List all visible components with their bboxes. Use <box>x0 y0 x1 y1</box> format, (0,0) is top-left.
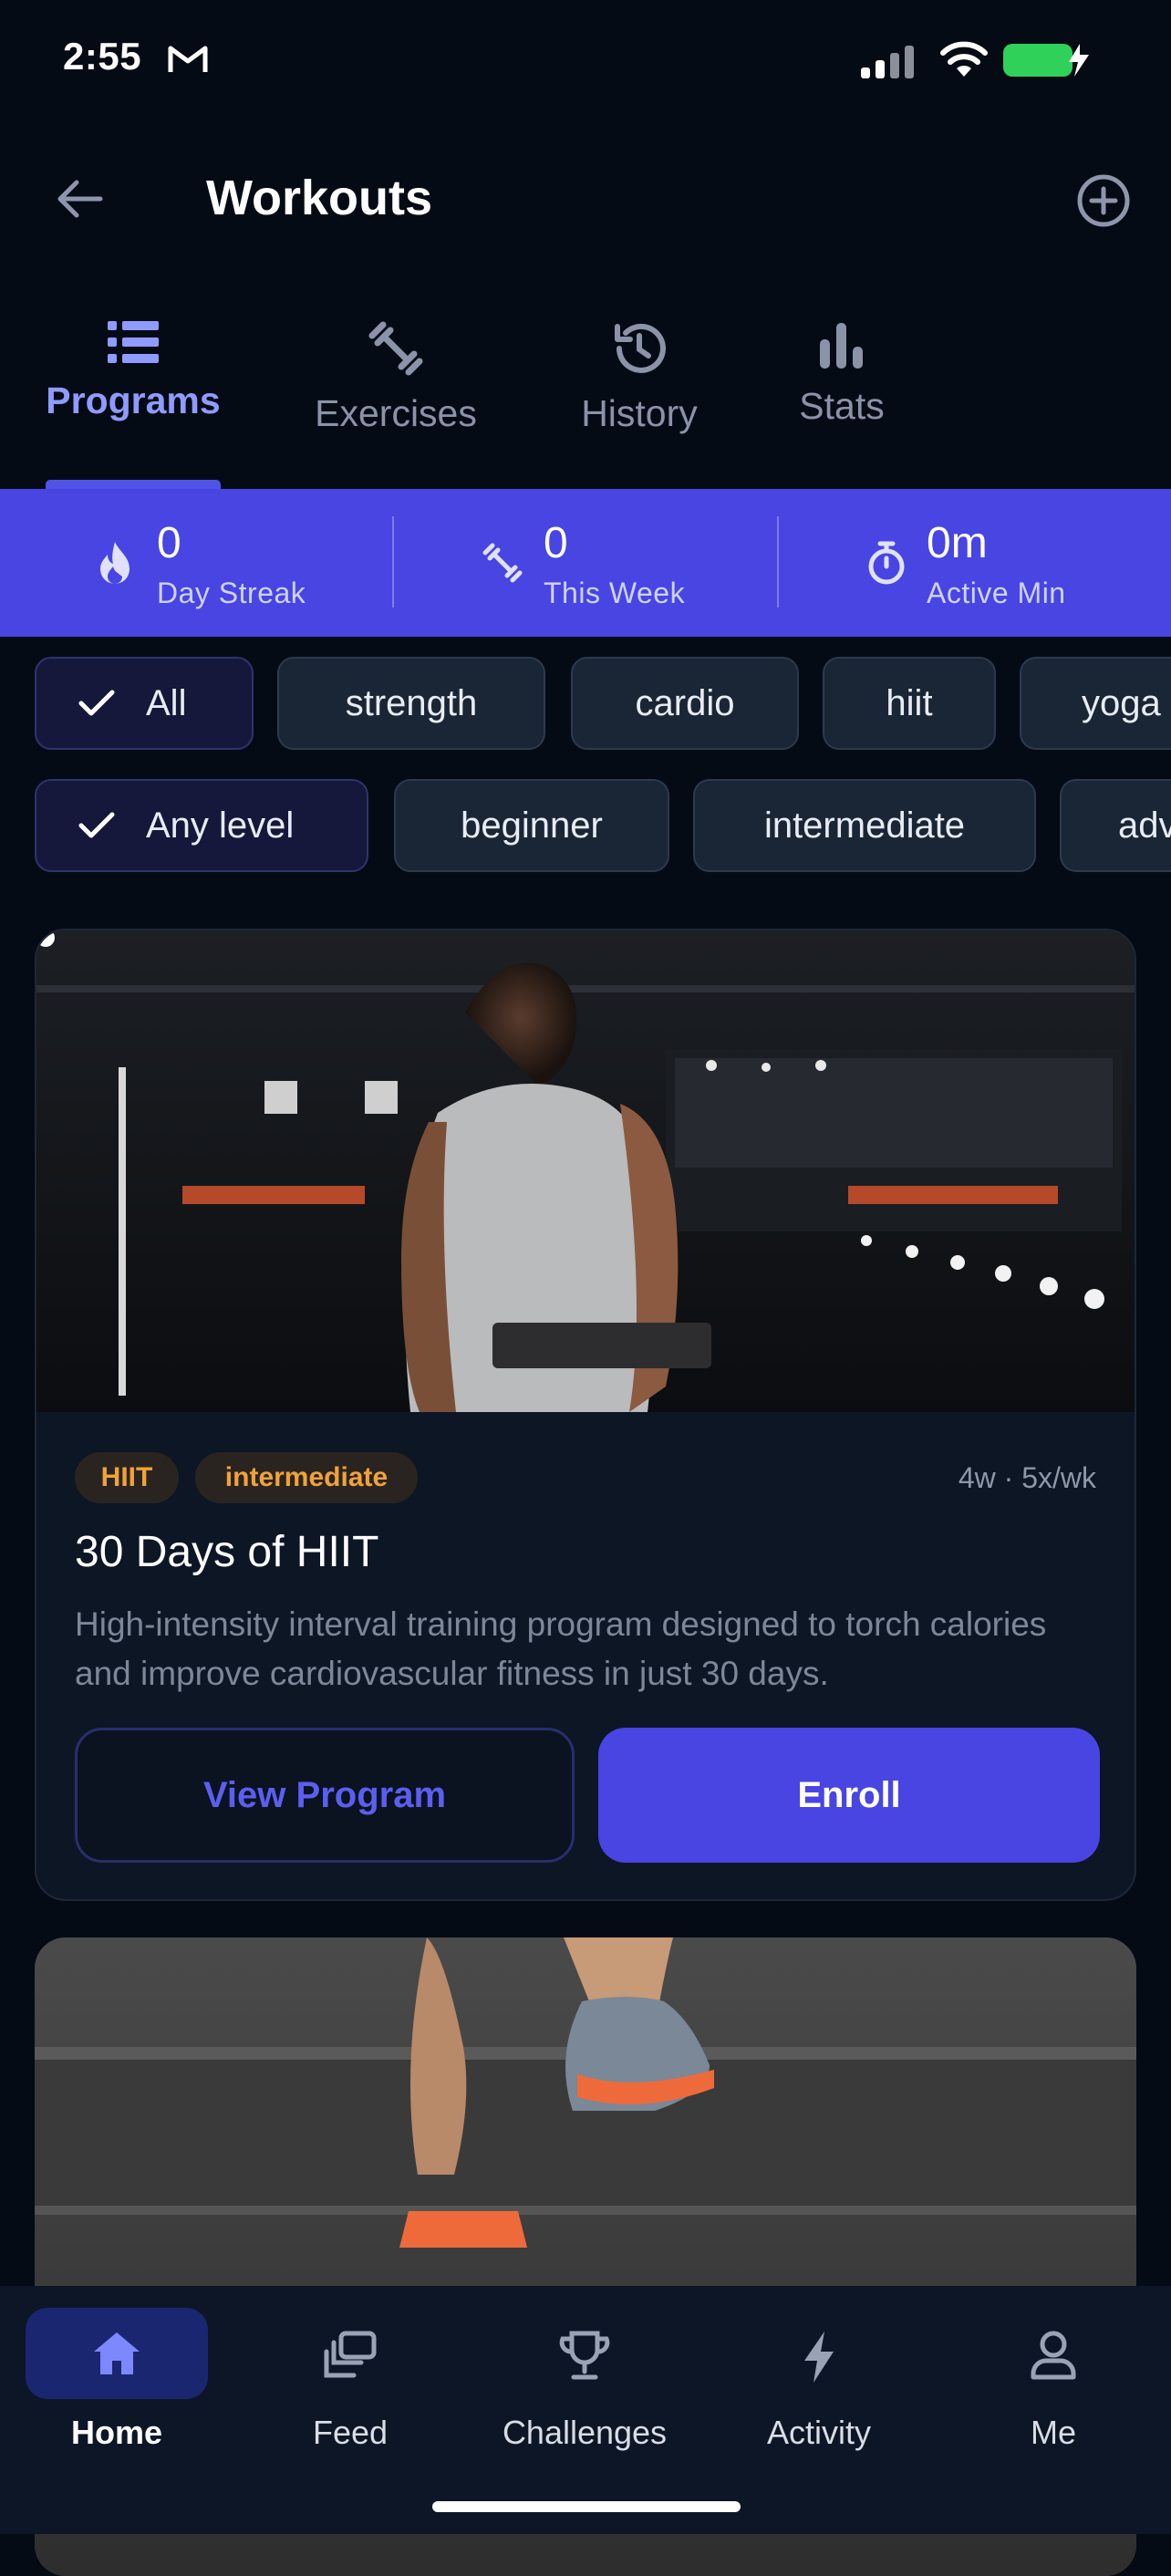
user-icon <box>1031 2331 1076 2380</box>
nav-label: Home <box>70 2414 163 2451</box>
enroll-button[interactable]: Enroll <box>598 1728 1100 1863</box>
filter-chip-cardio[interactable]: cardio <box>571 657 799 750</box>
bottom-navigation: Home Feed Challenges Activity Me <box>0 2286 1171 2534</box>
tab-history[interactable]: History <box>571 319 708 435</box>
category-badge: HIIT <box>75 1452 179 1503</box>
history-icon <box>615 323 666 373</box>
home-indicator <box>432 2501 741 2512</box>
program-title: 30 Days of HIIT <box>75 1528 379 1576</box>
stat-label: This Week <box>544 576 686 609</box>
feed-icon <box>324 2331 377 2378</box>
dumbbell-icon <box>368 321 423 376</box>
program-frequency: 4w · 5x/wk <box>958 1461 1096 1494</box>
filter-chip-strength[interactable]: strength <box>277 657 545 750</box>
lightning-icon <box>804 2332 834 2383</box>
filter-chip-yoga[interactable]: yoga <box>1020 657 1171 750</box>
nav-label: Feed <box>312 2414 389 2451</box>
flame-icon <box>100 542 130 584</box>
check-icon <box>78 812 115 838</box>
stat-value: 0m <box>927 519 988 567</box>
back-arrow-icon[interactable] <box>57 179 104 219</box>
list-icon <box>108 321 159 363</box>
chip-label: adv <box>1118 805 1171 846</box>
home-icon <box>94 2332 140 2374</box>
filter-chip-any-level[interactable]: Any level <box>35 779 368 872</box>
page-title: Workouts <box>206 171 433 225</box>
stat-value: 0 <box>157 519 181 567</box>
filter-chip-intermediate[interactable]: intermediate <box>693 779 1036 872</box>
tab-label: Exercises <box>315 392 477 434</box>
filter-chip-hiit[interactable]: hiit <box>823 657 996 750</box>
status-time: 2:55 <box>63 35 142 78</box>
timer-icon <box>868 541 905 585</box>
battery-icon <box>1003 42 1091 78</box>
program-image <box>36 930 1135 1412</box>
chip-label: All <box>146 682 187 723</box>
filter-chip-beginner[interactable]: beginner <box>394 779 669 872</box>
chip-label: Any level <box>146 805 295 846</box>
wifi-icon <box>939 40 989 78</box>
stat-active-min: 0m Active Min <box>779 489 1171 637</box>
stat-day-streak: 0 Day Streak <box>0 489 392 637</box>
nav-label: Challenges <box>502 2414 668 2451</box>
chip-label: strength <box>345 682 478 723</box>
chip-label: beginner <box>461 805 603 846</box>
filter-chip-advanced[interactable]: adv <box>1060 779 1171 872</box>
chip-label: yoga <box>1082 682 1161 723</box>
tab-programs[interactable]: Programs <box>46 319 221 422</box>
tab-label: History <box>581 392 698 434</box>
stat-this-week: 0 This Week <box>394 489 777 637</box>
stat-value: 0 <box>544 519 568 567</box>
tab-exercises[interactable]: Exercises <box>306 319 485 435</box>
tab-label: Stats <box>799 385 885 427</box>
chip-label: cardio <box>635 682 735 723</box>
signal-icon <box>861 44 925 78</box>
nav-label: Me <box>1030 2414 1076 2451</box>
level-badge: intermediate <box>195 1452 418 1503</box>
chip-label: hiit <box>886 682 933 723</box>
nav-label: Activity <box>766 2414 871 2451</box>
active-tab-indicator <box>46 480 221 489</box>
tab-label: Programs <box>46 379 221 421</box>
add-circle-icon[interactable] <box>1076 173 1131 228</box>
bar-chart-icon <box>820 323 863 369</box>
check-icon <box>78 690 115 716</box>
stats-banner: 0 Day Streak 0 This Week 0m Active Min <box>0 489 1171 637</box>
trophy-icon <box>559 2331 610 2380</box>
program-description: High-intensity interval training program… <box>75 1605 1047 1692</box>
tab-stats[interactable]: Stats <box>792 319 892 428</box>
chip-label: intermediate <box>763 805 966 846</box>
filter-chip-all[interactable]: All <box>35 657 254 750</box>
gmail-icon <box>167 43 209 74</box>
dumbbell-icon <box>482 543 523 583</box>
view-program-button[interactable]: View Program <box>75 1728 575 1863</box>
program-card[interactable]: HIIT intermediate 4w · 5x/wk 30 Days of … <box>35 929 1136 1901</box>
stat-label: Day Streak <box>157 576 306 609</box>
stat-label: Active Min <box>927 576 1066 609</box>
